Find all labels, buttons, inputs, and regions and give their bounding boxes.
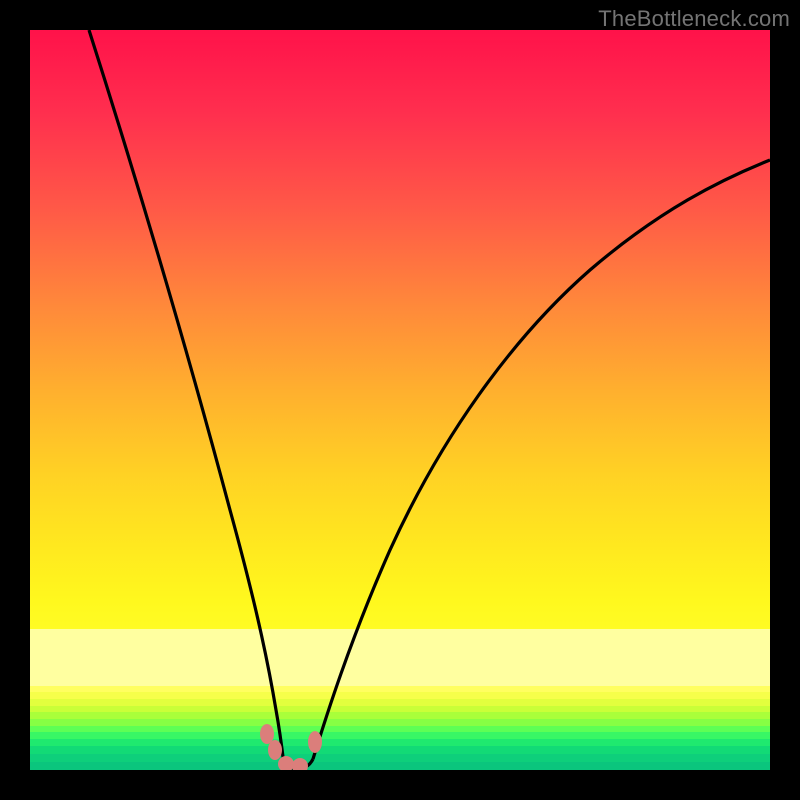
marker-3 xyxy=(278,756,294,770)
marker-1 xyxy=(260,724,274,744)
outer-frame: TheBottleneck.com xyxy=(0,0,800,800)
bottleneck-curve xyxy=(30,30,770,770)
marker-5 xyxy=(308,731,322,753)
marker-4 xyxy=(292,758,308,770)
curve-right-branch xyxy=(313,160,770,759)
valley-markers xyxy=(260,724,322,770)
watermark-text: TheBottleneck.com xyxy=(598,6,790,32)
plot-area xyxy=(30,30,770,770)
marker-2 xyxy=(268,740,282,760)
curve-left-branch xyxy=(89,30,284,765)
